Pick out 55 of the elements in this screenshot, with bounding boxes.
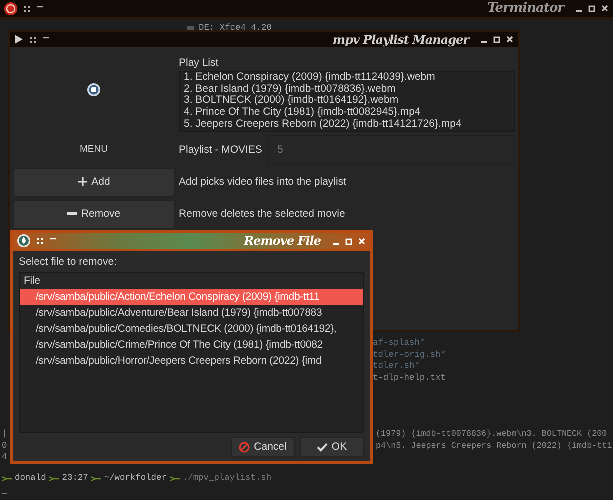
playlist-item[interactable]: 5. Jeepers Creepers Reborn (2022) {imdb-tt14121726}.mp4 [184, 118, 510, 131]
cursor: _ [2, 486, 8, 497]
prompt-arrow-icon [49, 474, 60, 482]
terminal-text: (1979) {imdb-tt0078836}.webm\n3. BOLTNECK (200 [376, 429, 608, 440]
file-name: t-dlp-help.txt [373, 372, 446, 384]
action-description: Remove deletes the selected movie [179, 208, 346, 220]
dialog-prompt: Select file to remove: [19, 256, 118, 268]
maximize-icon[interactable] [588, 4, 596, 13]
add-button[interactable]: Add [13, 168, 175, 197]
prohibited-icon [239, 442, 250, 452]
menu-label: MENU [80, 144, 108, 156]
file-row[interactable]: /srv/samba/public/Crime/Prince Of The City (1981) {imdb-tt0082 [20, 337, 363, 353]
grip-icon[interactable] [29, 34, 37, 44]
check-icon [316, 442, 328, 452]
cancel-button[interactable]: Cancel [231, 437, 295, 457]
ok-button[interactable]: OK [300, 437, 364, 457]
close-icon[interactable] [506, 35, 514, 44]
terminal-text: 0 [2, 440, 8, 452]
app-logo-icon [87, 83, 101, 98]
prompt-arrow-icon [170, 474, 180, 482]
window-title: mpv Playlist Manager [332, 32, 469, 46]
playlist-item[interactable]: 1. Echelon Conspiracy (2009) {imdb-tt1124039}.webm [184, 72, 510, 84]
app-icon [4, 2, 18, 16]
terminal-text: p4\n5. Jeepers Creepers Reborn (2022) {imdb-tt1 [376, 440, 612, 452]
prompt-arrow-icon [2, 474, 12, 482]
play-icon[interactable] [14, 34, 24, 45]
file-row[interactable]: /srv/samba/public/Adventure/Bear Island (1979) {imdb-tt007883 [20, 305, 363, 321]
close-icon[interactable] [601, 4, 609, 13]
terminal-text: 4 [2, 452, 8, 464]
file-row[interactable]: /srv/samba/public/Horror/Jeepers Creepers Reborn (2022) {imd [20, 353, 363, 369]
grip-icon[interactable] [23, 4, 31, 14]
action-description: Add picks video files into the playlist [179, 176, 347, 188]
field-label: Playlist - MOVIES [179, 144, 262, 156]
dialog-title: Remove File [244, 234, 321, 248]
prompt-time: 23:27 [62, 473, 88, 484]
prompt-arrow-icon [91, 474, 102, 482]
file-name: tdler.sh* [373, 361, 420, 372]
remove-button[interactable]: Remove [13, 200, 175, 229]
playlist-item[interactable]: 4. Prince Of The City (1981) {imdb-tt0082945}.mp4 [184, 107, 510, 119]
playlist-item[interactable]: 3. BOLTNECK (2000) {imdb-tt0164192}.webm [184, 95, 510, 108]
window-title: Terminator [488, 1, 564, 16]
playlist-item[interactable]: 2. Bear Island (1979) {imdb-tt0078836}.webm [184, 84, 510, 96]
command-text: ./mpv_playlist.sh [182, 473, 272, 484]
file-name: tdler-orig.sh* [373, 350, 446, 361]
grip-icon[interactable] [36, 236, 44, 246]
terminal-text: DE: Xfce4 4.20 [199, 23, 272, 34]
file-row[interactable]: /srv/samba/public/Comedies/BOLTNECK (2000) {imdb-tt0164192}, [20, 321, 363, 337]
prompt-user: donald [15, 473, 46, 484]
maximize-icon[interactable] [493, 35, 501, 44]
section-label: Play List [179, 56, 220, 69]
terminal-text: | [2, 429, 8, 440]
drop-icon [17, 234, 31, 248]
file-name: af-splash* [373, 338, 426, 349]
plus-icon [78, 177, 88, 188]
prompt-directory: ~/workfolder [104, 473, 167, 484]
